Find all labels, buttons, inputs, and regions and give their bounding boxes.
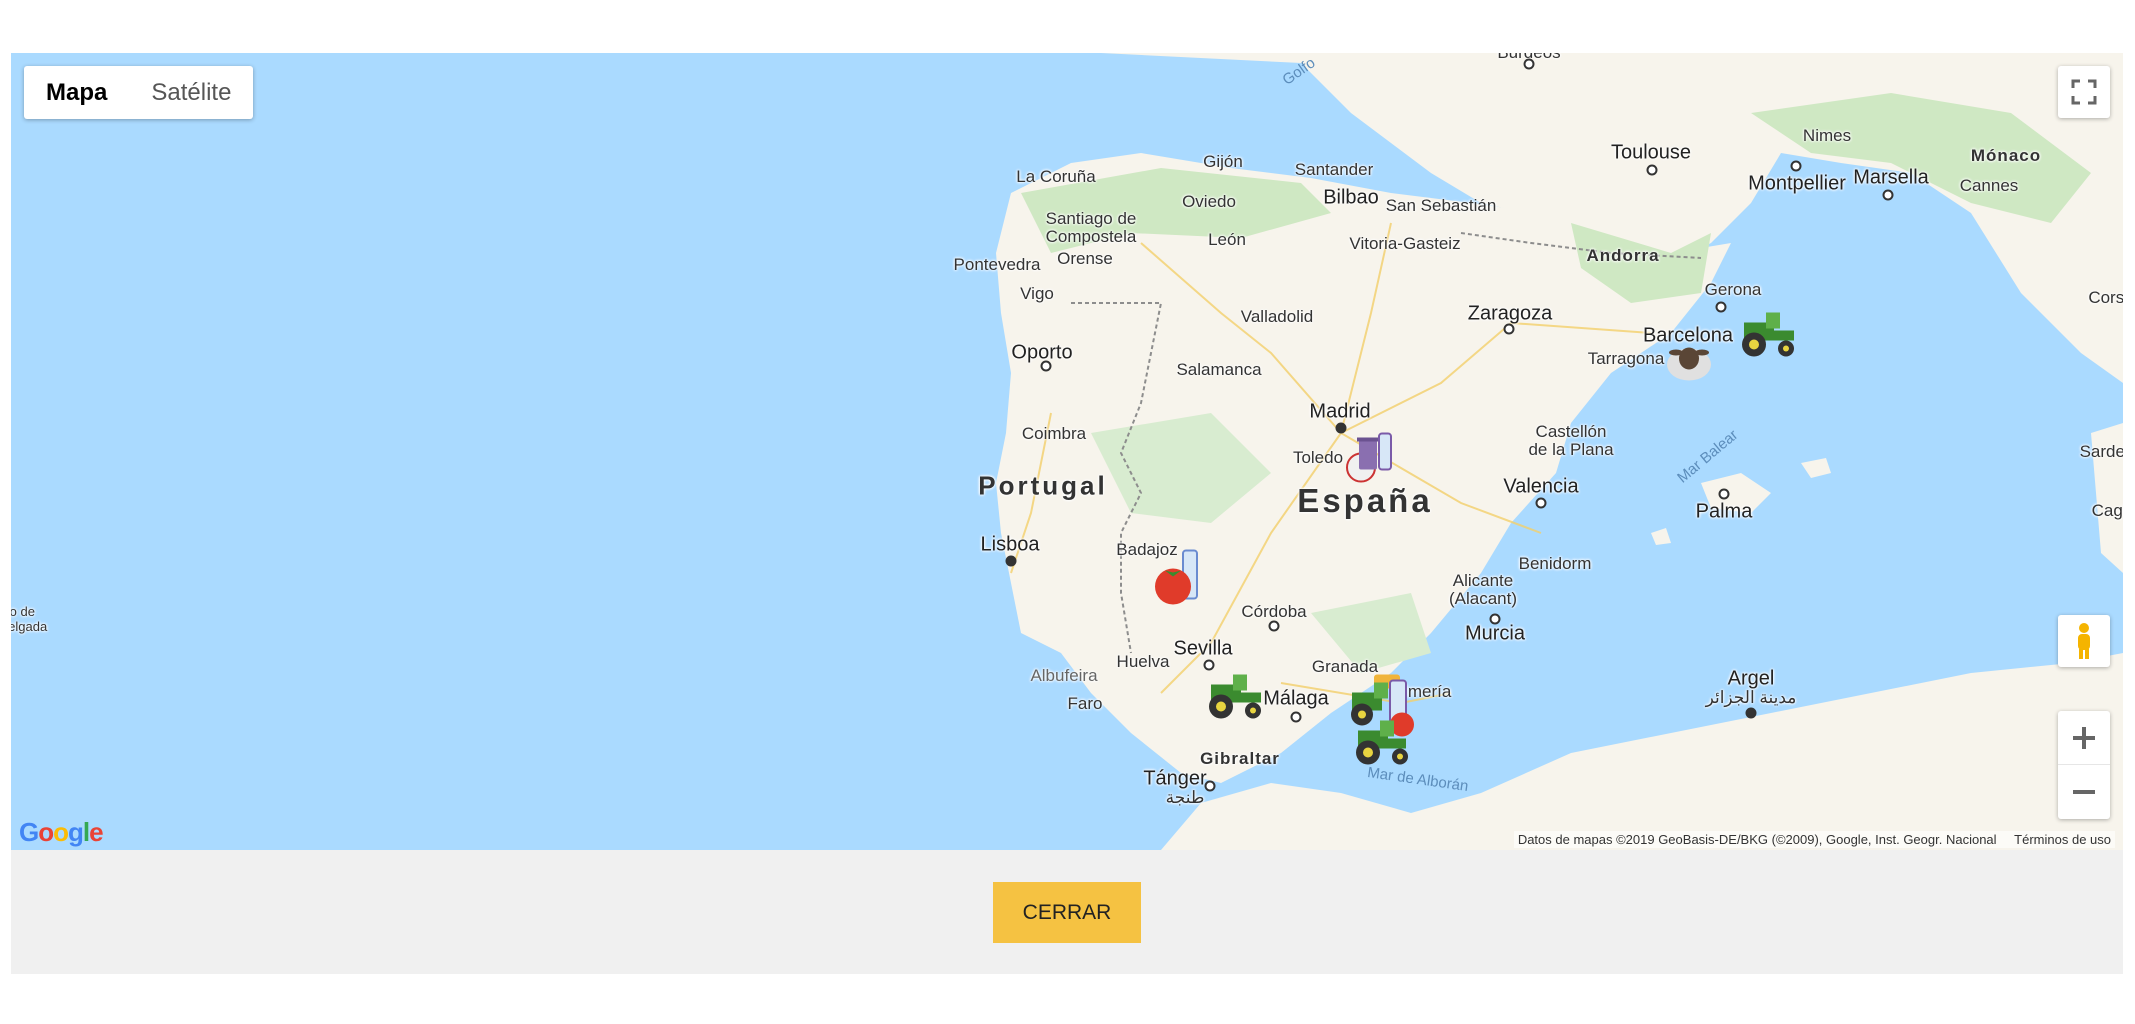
sheep-icon [1667, 347, 1711, 381]
label-sardeg: Sardeg [2079, 442, 2123, 461]
label-gijon: Gijón [1203, 152, 1243, 171]
label-albufeira: Albufeira [1030, 666, 1098, 685]
city-dot [1535, 497, 1547, 509]
label-zaragoza: Zaragoza [1467, 302, 1553, 325]
label-pontevedra: Pontevedra [953, 255, 1041, 274]
label-santander: Santander [1294, 160, 1374, 179]
label-cannes: Cannes [1959, 176, 2019, 195]
label-malaga: Málaga [1263, 687, 1329, 710]
capital-dot [1745, 707, 1757, 719]
label-ponta-delgada: nto de Delgada [11, 604, 48, 634]
label-sevilla: Sevilla [1173, 637, 1233, 660]
label-huelva: Huelva [1116, 652, 1170, 671]
zoom-out-button[interactable] [2058, 765, 2110, 819]
tractor-icon [1209, 674, 1261, 719]
tractor-icon [1351, 674, 1414, 765]
label-orense: Orense [1057, 249, 1113, 268]
label-monaco: Mónaco [1970, 146, 2042, 165]
label-nimes: Nimes [1802, 126, 1852, 145]
map-canvas[interactable]: Mapa Satélite Golfo Burdeos Toulouse [11, 53, 2123, 850]
city-dot [1503, 323, 1515, 335]
zoom-in-button[interactable] [2058, 711, 2110, 765]
tomato-marker-badajoz[interactable] [1151, 549, 1207, 614]
label-tanger-arabic: طنجة [1165, 788, 1205, 807]
tractor-marker-barcelona[interactable] [1736, 309, 1798, 364]
label-leon: León [1208, 230, 1246, 249]
google-logo[interactable]: Google [19, 817, 104, 848]
city-dot [1718, 488, 1730, 500]
label-cordoba: Córdoba [1241, 602, 1307, 621]
label-portugal: Portugal [978, 470, 1108, 501]
label-bilbao: Bilbao [1323, 186, 1379, 209]
city-dot [1489, 613, 1501, 625]
label-palma: Palma [1695, 500, 1753, 523]
map-type-map-button[interactable]: Mapa [24, 66, 129, 119]
dialog-footer: CERRAR [11, 850, 2123, 974]
label-vigo: Vigo [1020, 284, 1054, 303]
map-data-attribution: Datos de mapas ©2019 GeoBasis-DE/BKG (©2… [1517, 832, 1997, 847]
city-dot [1290, 711, 1302, 723]
label-coimbra: Coimbra [1021, 424, 1087, 443]
label-argel-arabic: مدينة الجزائر [1705, 688, 1797, 707]
label-toledo: Toledo [1292, 448, 1344, 467]
label-gerona: Gerona [1704, 280, 1762, 299]
map-attribution: Datos de mapas ©2019 GeoBasis-DE/BKG (©2… [1513, 831, 2115, 848]
label-san-sebastian: San Sebastián [1385, 196, 1497, 215]
tractor-icon [1742, 312, 1794, 357]
tomato-icon [1155, 549, 1198, 605]
city-dot [1040, 360, 1052, 372]
fullscreen-button[interactable] [2058, 66, 2110, 118]
label-vitoria: Vitoria-Gasteiz [1349, 234, 1461, 253]
label-lisboa: Lisboa [980, 533, 1040, 556]
label-valladolid: Valladolid [1240, 307, 1314, 326]
label-la-coruna: La Coruña [1016, 167, 1096, 186]
label-murcia: Murcia [1464, 622, 1526, 645]
zoom-control [2058, 711, 2110, 819]
label-alicante: Alicante (Alacant) [1448, 571, 1518, 608]
label-castellon: Castellón de la Plana [1528, 422, 1614, 459]
map-type-control: Mapa Satélite [24, 66, 254, 119]
city-dot [1523, 58, 1535, 70]
label-corse: Corse [2088, 288, 2123, 307]
label-santiago: Santiago de Compostela [1045, 209, 1137, 246]
label-toulouse: Toulouse [1610, 141, 1692, 164]
capital-dot [1005, 555, 1017, 567]
label-montpellier: Montpellier [1748, 172, 1846, 195]
fullscreen-icon [2071, 79, 2097, 105]
minus-icon [2073, 790, 2095, 794]
label-madrid: Madrid [1309, 400, 1371, 423]
label-salamanca: Salamanca [1176, 360, 1262, 379]
label-cagli: Cagli [2091, 501, 2123, 520]
street-view-button[interactable] [2058, 615, 2110, 667]
map-type-satellite-button[interactable]: Satélite [129, 66, 253, 119]
city-dot [1715, 301, 1727, 313]
label-benidorm: Benidorm [1518, 554, 1592, 573]
pegman-icon [2078, 623, 2090, 659]
city-dot [1882, 189, 1894, 201]
sheep-marker-tarragona[interactable] [1664, 341, 1714, 390]
label-valencia: Valencia [1503, 475, 1579, 498]
tractor-cluster-granada[interactable] [1344, 671, 1430, 776]
city-dot [1646, 164, 1658, 176]
label-gibraltar: Gibraltar [1200, 749, 1280, 768]
trash-marker-toledo[interactable] [1343, 430, 1399, 491]
terms-of-use-link[interactable]: Términos de uso [2014, 832, 2111, 847]
label-oviedo: Oviedo [1182, 192, 1236, 211]
city-dot [1268, 620, 1280, 632]
city-dot [1203, 659, 1215, 671]
label-faro: Faro [1067, 694, 1103, 713]
city-dot [1204, 780, 1216, 792]
close-button[interactable]: CERRAR [993, 882, 1141, 943]
label-andorra: Andorra [1586, 246, 1660, 265]
tractor-marker-sevilla[interactable] [1203, 671, 1265, 726]
label-tarragona: Tarragona [1587, 349, 1665, 368]
plus-icon [2073, 726, 2095, 749]
label-marsella: Marsella [1853, 166, 1929, 189]
city-dot [1790, 160, 1802, 172]
trash-bin-icon [1346, 432, 1392, 483]
